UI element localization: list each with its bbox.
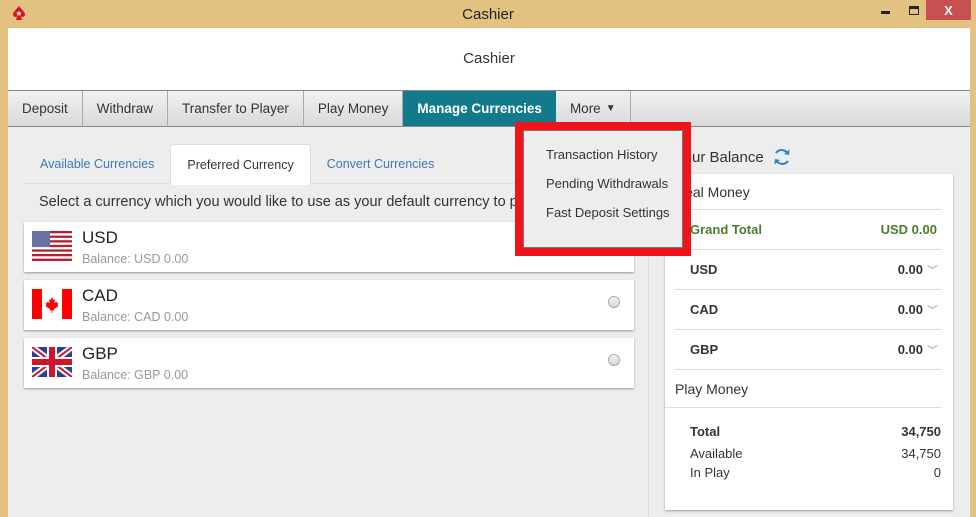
tab-more[interactable]: More ▼ xyxy=(556,91,631,126)
balance-row-cad[interactable]: CAD 0.00 ﹀ xyxy=(675,290,941,330)
caret-down-icon: ▼ xyxy=(605,103,616,114)
menu-item-fast-deposit-settings[interactable]: Fast Deposit Settings xyxy=(524,205,682,234)
balance-title: Your Balance xyxy=(665,144,953,168)
balance-row-value: 0.00 xyxy=(897,342,923,357)
subtab-convert-currencies[interactable]: Convert Currencies xyxy=(311,144,451,184)
grand-total-label: Grand Total xyxy=(690,222,762,237)
tab-manage-currencies[interactable]: Manage Currencies xyxy=(403,91,556,126)
refresh-icon[interactable] xyxy=(772,147,792,167)
window-title: Cashier xyxy=(462,6,514,23)
balance-row-value: 0.00 xyxy=(897,262,923,277)
currency-code: CAD xyxy=(82,286,118,305)
us-flag-icon xyxy=(32,231,72,261)
balance-row-label: GBP xyxy=(690,342,719,357)
chevron-down-icon[interactable]: ﹀ xyxy=(927,342,941,358)
tab-label: More xyxy=(569,101,601,116)
currency-code: USD xyxy=(82,228,118,247)
subtab-preferred-currency[interactable]: Preferred Currency xyxy=(170,144,311,185)
play-money-total-row: Total 34,750 xyxy=(690,418,941,444)
menu-item-transaction-history[interactable]: Transaction History xyxy=(524,147,682,176)
more-dropdown-menu: Transaction History Pending Withdrawals … xyxy=(515,122,691,256)
currency-radio-gbp[interactable] xyxy=(608,354,620,366)
play-money-details: Total 34,750 Available 34,750 In Play 0 xyxy=(665,408,953,482)
balance-row-value: 0.00 xyxy=(897,302,923,317)
main-tabs: Deposit Withdraw Transfer to Player Play… xyxy=(8,91,970,127)
maximize-button[interactable] xyxy=(902,0,926,20)
minimize-icon xyxy=(880,10,890,14)
balance-row-usd[interactable]: USD 0.00 ﹀ xyxy=(675,250,941,290)
play-money-title: Play Money xyxy=(665,370,941,408)
balance-card: Real Money Grand Total USD 0.00 USD 0.00… xyxy=(665,174,953,510)
close-button[interactable]: X xyxy=(926,0,971,20)
play-money-available-label: Available xyxy=(690,446,743,461)
tab-label: Withdraw xyxy=(96,101,154,116)
play-money-total-value: 34,750 xyxy=(901,423,941,439)
tab-label: Manage Currencies xyxy=(417,101,542,116)
chevron-down-icon[interactable]: ﹀ xyxy=(927,302,941,318)
play-money-total-label: Total xyxy=(690,423,721,439)
real-money-title: Real Money xyxy=(665,174,941,210)
balance-row-gbp[interactable]: GBP 0.00 ﹀ xyxy=(675,330,941,370)
currency-balance: Balance: USD 0.00 xyxy=(82,252,189,266)
play-money-available-value: 34,750 xyxy=(901,446,941,461)
grand-total-row: Grand Total USD 0.00 xyxy=(675,210,941,250)
play-money-in-play-row: In Play 0 xyxy=(690,463,941,482)
currency-code: GBP xyxy=(82,344,118,363)
currency-option-cad[interactable]: CAD Balance: CAD 0.00 xyxy=(24,280,634,330)
tab-label: Deposit xyxy=(22,101,68,116)
dropdown-list: Transaction History Pending Withdrawals … xyxy=(523,130,683,248)
tab-transfer-to-player[interactable]: Transfer to Player xyxy=(168,91,304,126)
tab-deposit[interactable]: Deposit xyxy=(8,91,83,126)
cashier-window: Cashier Deposit Withdraw Transfer to Pla… xyxy=(8,28,970,517)
tab-label: Transfer to Player xyxy=(182,101,289,116)
canada-flag-icon xyxy=(32,289,72,319)
cashier-header: Cashier xyxy=(8,28,970,91)
tab-withdraw[interactable]: Withdraw xyxy=(83,91,169,126)
subtab-available-currencies[interactable]: Available Currencies xyxy=(24,144,170,184)
currency-balance: Balance: GBP 0.00 xyxy=(82,368,189,382)
grand-total-value: USD 0.00 xyxy=(880,222,937,237)
page-title: Cashier xyxy=(463,50,515,67)
balance-panel: Your Balance Real Money Grand Total USD … xyxy=(665,144,953,510)
tab-play-money[interactable]: Play Money xyxy=(304,91,404,126)
currency-radio-cad[interactable] xyxy=(608,296,620,308)
play-money-in-play-value: 0 xyxy=(933,465,941,480)
play-money-in-play-label: In Play xyxy=(690,465,730,480)
currency-option-gbp[interactable]: GBP Balance: GBP 0.00 xyxy=(24,338,634,388)
tab-label: Play Money xyxy=(317,101,389,116)
chevron-down-icon[interactable]: ﹀ xyxy=(927,262,941,278)
menu-item-pending-withdrawals[interactable]: Pending Withdrawals xyxy=(524,176,682,205)
window-titlebar: Cashier X xyxy=(0,0,976,28)
play-money-available-row: Available 34,750 xyxy=(690,444,941,463)
minimize-button[interactable] xyxy=(868,0,902,20)
currency-balance: Balance: CAD 0.00 xyxy=(82,310,189,324)
balance-row-label: USD xyxy=(690,262,718,277)
balance-row-label: CAD xyxy=(690,302,719,317)
uk-flag-icon xyxy=(32,347,72,377)
maximize-icon xyxy=(909,5,919,15)
